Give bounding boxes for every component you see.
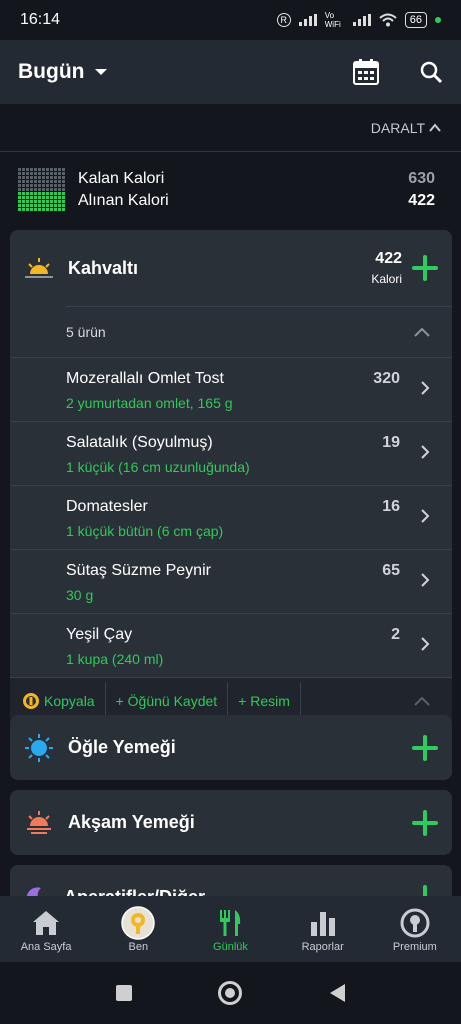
meal-calories-value: 422 [375,250,402,267]
nav-premium[interactable]: Premium [369,905,461,953]
chevron-up-icon [414,327,430,337]
battery-icon: 66 [404,12,427,28]
food-item[interactable]: Salatalık (Soyulmuş) 1 küçük (16 cm uzunl… [10,422,452,486]
food-portion: 1 küçük (16 cm uzunluğunda) [66,459,250,475]
r-icon: R [276,13,291,27]
home-icon [33,911,60,935]
volte-label: Vo WiFi [324,11,341,29]
breakfast-card: Kahvaltı 422 Kalori 5 ürün Mozerallalı O… [10,230,452,724]
calorie-grid-icon [18,168,65,211]
food-calories: 19 [382,434,400,451]
nav-premium-label: Premium [392,941,437,953]
nav-diary-label: Günlük [213,941,248,953]
save-meal-label: + Öğünü Kaydet [115,693,218,709]
consumed-value: 422 [408,192,435,209]
app-header: Bugün [0,40,461,104]
food-calories: 65 [382,562,400,579]
food-name: Salatalık (Soyulmuş) [66,434,213,451]
nav-diary[interactable]: Günlük [184,905,276,953]
chevron-right-icon [421,445,430,459]
calorie-summary[interactable]: Kalan Kalori 630 Alınan Kalori 422 [0,160,461,220]
calendar-icon[interactable] [353,59,379,85]
home-button[interactable] [217,981,242,1005]
system-nav [0,962,461,1024]
wifi-icon [379,13,397,27]
nav-home[interactable]: Ana Sayfa [0,905,92,953]
chevron-right-icon [421,381,430,395]
signal-icon [298,14,317,26]
food-calories: 2 [391,626,400,643]
meal-title: Akşam Yemeği [68,812,195,832]
food-item[interactable]: Yeşil Çay 1 kupa (240 ml) 2 [10,614,452,678]
sunset-icon [27,810,51,834]
avatar-icon [121,906,156,940]
food-name: Mozerallalı Omlet Tost [66,370,224,387]
search-icon[interactable] [419,60,443,84]
lunch-card[interactable]: Öğle Yemeği [10,715,452,780]
add-food-button[interactable] [412,255,438,281]
recents-button[interactable] [115,985,132,1001]
add-photo-label: + Resim [238,693,290,709]
nav-me-label: Ben [128,941,149,953]
sun-icon [25,733,53,762]
status-icons: R Vo WiFi 66 [276,11,441,29]
food-name: Sütaş Süzme Peynir [66,562,211,579]
food-portion: 1 küçük bütün (6 cm çap) [66,523,224,539]
page-title: Bugün [18,60,85,83]
signal-icon-2 [352,14,371,26]
collapse-label: DARALT [370,119,425,136]
date-selector[interactable]: Bugün [18,60,108,84]
food-calories: 16 [382,498,400,515]
food-list: Mozerallalı Omlet Tost 2 yumurtadan omlet… [10,358,452,678]
back-icon[interactable] [328,983,346,1003]
add-lunch-button[interactable] [412,734,438,761]
copy-icon [23,693,39,709]
meal-calories-label: Kalori [371,272,402,286]
privacy-dot [435,17,441,23]
breakfast-header[interactable]: Kahvaltı 422 Kalori [10,230,452,306]
chevron-up-icon [429,122,441,132]
items-count: 5 ürün [66,324,106,340]
add-dinner-button[interactable] [412,809,438,836]
meal-title: Öğle Yemeği [68,737,176,757]
chevron-down-icon [95,69,108,75]
consumed-label: Alınan Kalori [78,192,169,209]
food-item[interactable]: Domatesler 1 küçük bütün (6 cm çap) 16 [10,486,452,550]
status-time: 16:14 [20,11,61,28]
chevron-right-icon [421,573,430,587]
nav-me[interactable]: Ben [92,905,184,953]
food-portion: 1 kupa (240 ml) [66,651,164,667]
items-count-row[interactable]: 5 ürün [10,307,452,358]
food-name: Yeşil Çay [66,626,133,643]
bar-chart-icon [310,912,335,936]
food-portion: 2 yumurtadan omlet, 165 g [66,395,233,411]
meal-title: Kahvaltı [68,257,139,278]
chevron-up-icon[interactable] [414,696,430,706]
food-item[interactable]: Mozerallalı Omlet Tost 2 yumurtadan omlet… [10,358,452,422]
food-item[interactable]: Sütaş Süzme Peynir 30 g 65 [10,550,452,614]
food-name: Domatesler [66,498,148,515]
nav-reports[interactable]: Raporlar [277,905,369,953]
food-portion: 30 g [66,587,94,603]
collapse-toggle[interactable]: DARALT [0,104,461,152]
chevron-right-icon [421,509,430,523]
copy-label: Kopyala [44,693,95,709]
sunrise-icon [25,258,53,278]
food-calories: 320 [373,370,400,387]
remaining-label: Kalan Kalori [78,170,165,187]
premium-icon [400,908,430,938]
nav-home-label: Ana Sayfa [20,941,72,953]
nav-reports-label: Raporlar [301,941,344,953]
bottom-nav: Ana Sayfa Ben Günlük Raporlar Premium [0,896,461,962]
meal-calories: 422 Kalori [371,250,402,286]
remaining-value: 630 [408,170,435,187]
chevron-right-icon [421,637,430,651]
fork-knife-icon [220,910,241,936]
dinner-card[interactable]: Akşam Yemeği [10,790,452,855]
status-bar: 16:14 R Vo WiFi 66 [0,0,461,40]
